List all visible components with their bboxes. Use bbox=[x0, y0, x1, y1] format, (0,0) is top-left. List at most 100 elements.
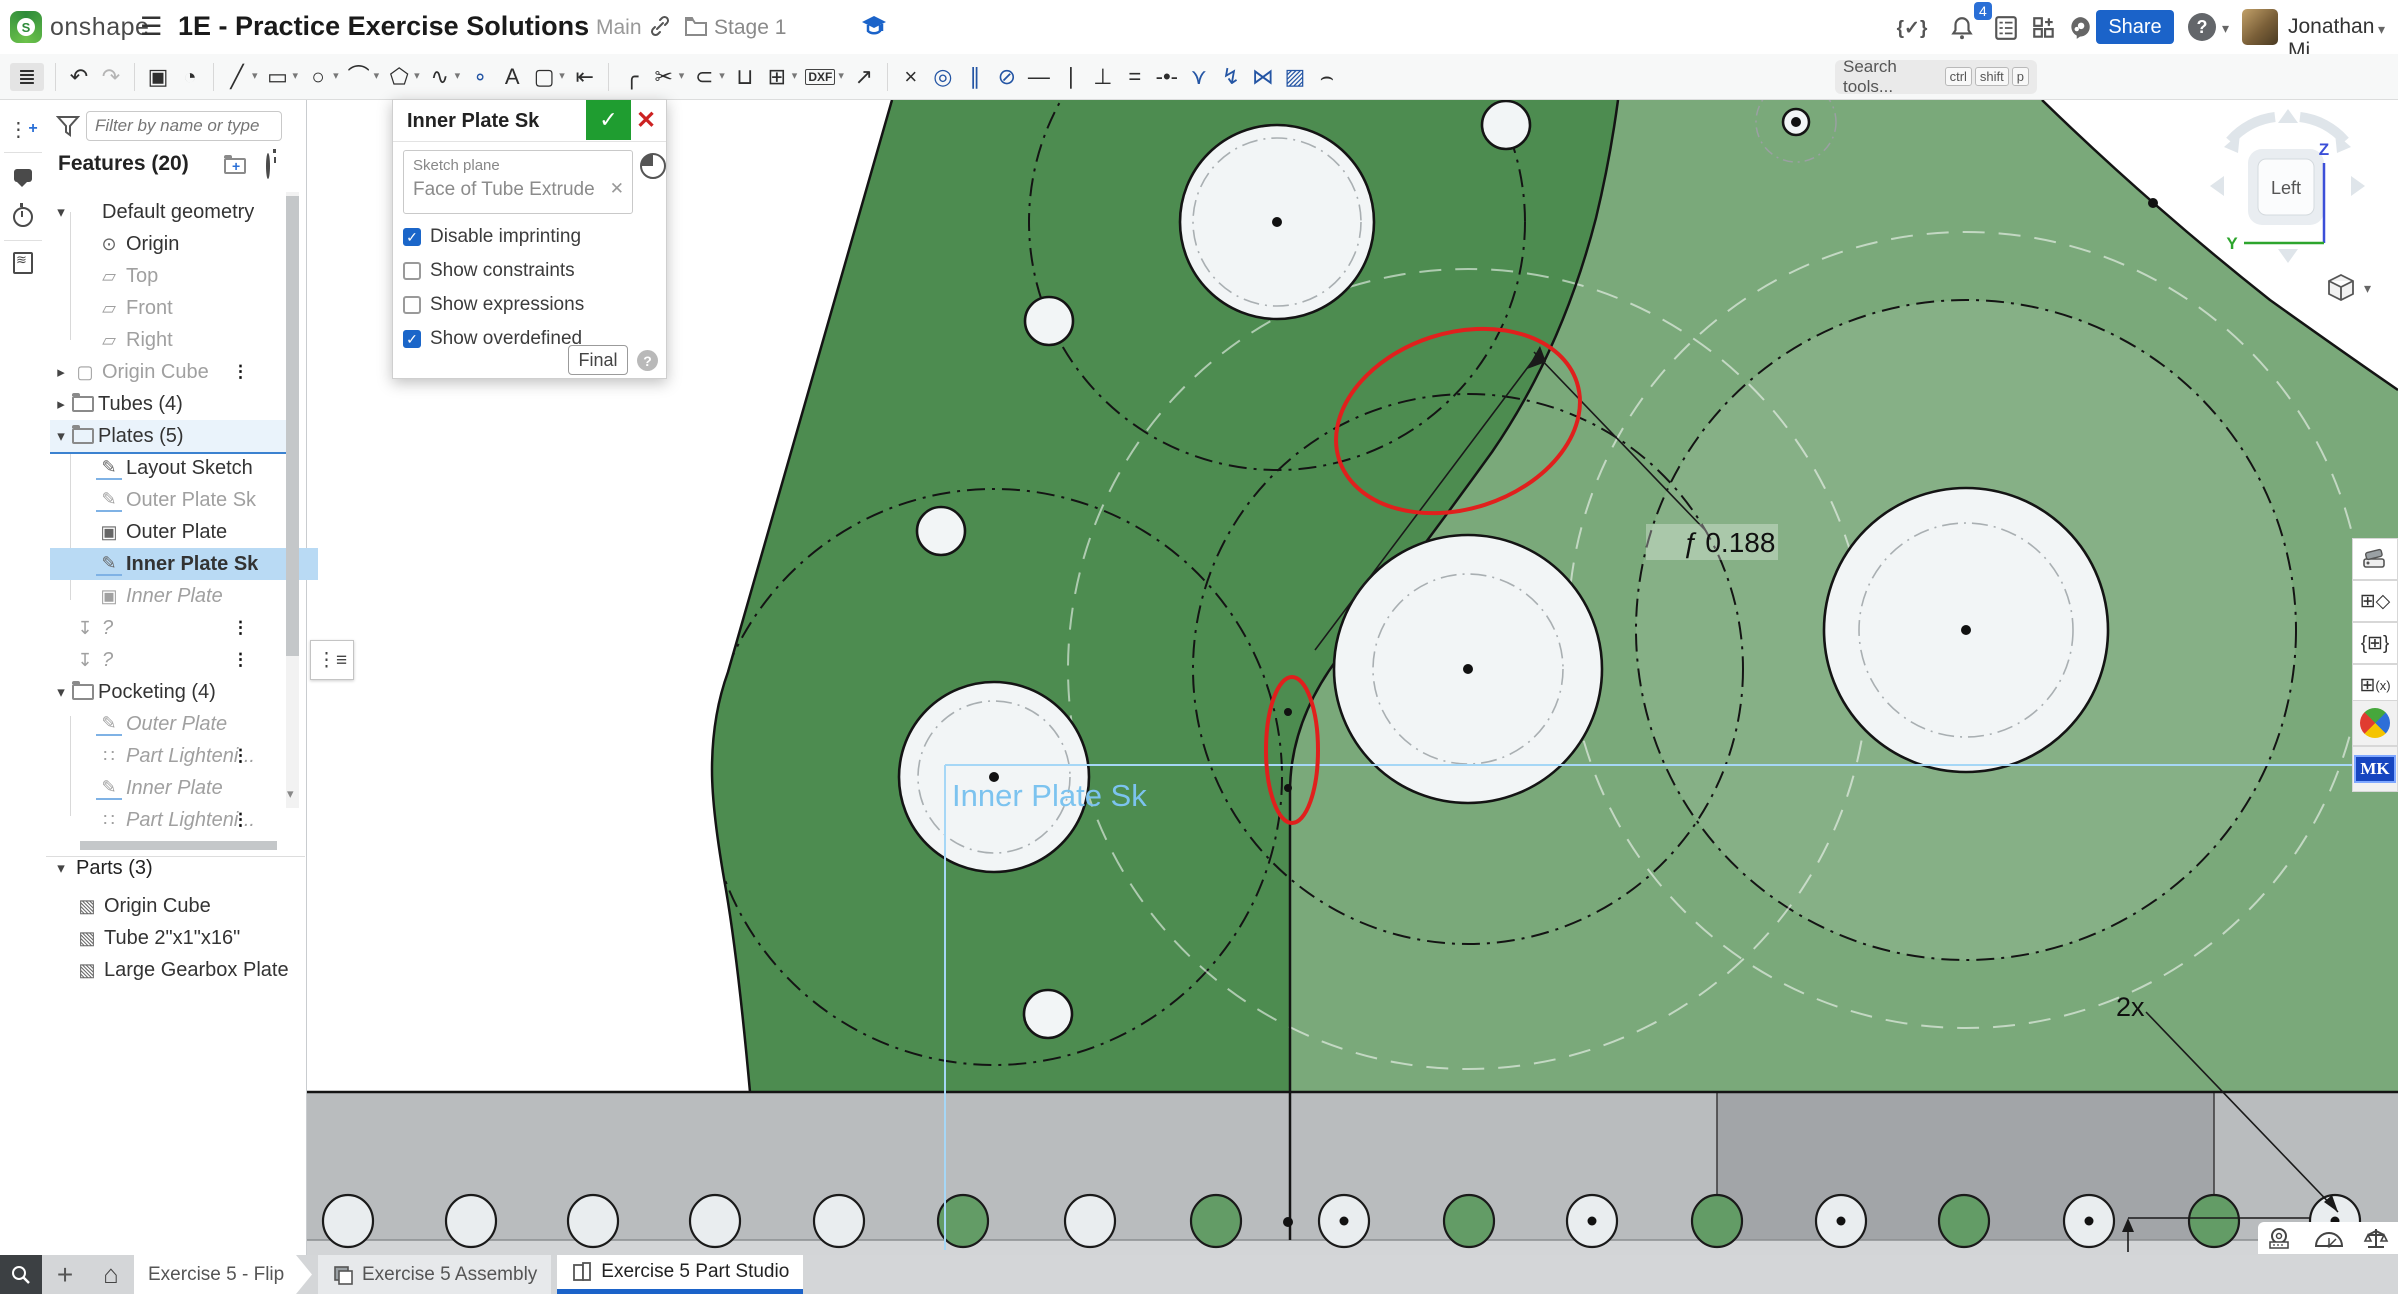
feature-row-outer-plate[interactable]: ✎Outer Plate bbox=[50, 708, 318, 740]
sketch-point[interactable] bbox=[1837, 1217, 1846, 1226]
suppressed-indicator-icon[interactable]: ⋮ bbox=[232, 618, 249, 638]
tree-hscrollbar-thumb[interactable] bbox=[80, 841, 277, 850]
count-label[interactable]: 2x bbox=[2116, 992, 2145, 1022]
configurations-panel-button[interactable]: ⊞◇ bbox=[2352, 580, 2398, 622]
rotate-down-icon[interactable] bbox=[2278, 249, 2298, 263]
sketch-point[interactable] bbox=[1340, 1217, 1349, 1226]
fillet-tool-icon[interactable]: ╭ bbox=[620, 66, 644, 88]
suppressed-indicator-icon[interactable]: ⋮ bbox=[232, 650, 249, 670]
dxf-import-tool-icon[interactable]: DXF▾ bbox=[805, 69, 844, 85]
hole[interactable] bbox=[1025, 297, 1073, 345]
history-icon[interactable] bbox=[8, 202, 38, 232]
tube-hole[interactable] bbox=[568, 1195, 618, 1247]
insert-feature-icon[interactable]: ⋮+ bbox=[8, 114, 38, 144]
new-folder-icon[interactable]: + bbox=[224, 154, 254, 177]
tube-hole-plug[interactable] bbox=[1692, 1195, 1742, 1247]
spline-tool-icon[interactable]: ∿▾ bbox=[428, 66, 461, 88]
text-tool-icon[interactable]: A bbox=[500, 66, 524, 88]
feature-checklist-icon[interactable] bbox=[8, 248, 38, 278]
parallel-constraint-icon[interactable]: ∥ bbox=[963, 66, 987, 88]
equal-constraint-icon[interactable]: = bbox=[1123, 66, 1147, 88]
feature-list-toggle-icon[interactable]: ≣ bbox=[10, 63, 44, 91]
tube-hole[interactable] bbox=[323, 1195, 373, 1247]
part-row-large-gearbox-plate[interactable]: ▧Large Gearbox Plate bbox=[50, 954, 318, 986]
sketch-point[interactable] bbox=[2148, 198, 2158, 208]
feature-row-front[interactable]: ▱Front bbox=[50, 292, 318, 324]
feature-row-tubes-4-[interactable]: ▸Tubes (4) bbox=[50, 388, 294, 420]
learning-center-icon[interactable] bbox=[2064, 12, 2096, 44]
hole[interactable] bbox=[1482, 101, 1530, 149]
mass-properties-scale-icon[interactable] bbox=[2362, 1226, 2390, 1250]
horizontal-constraint-icon[interactable]: ― bbox=[1027, 66, 1051, 88]
feature-row-inner-plate-sk[interactable]: ✎Inner Plate Sk bbox=[50, 548, 318, 580]
symmetric-constraint-icon[interactable]: ⋈ bbox=[1251, 66, 1275, 88]
tube-hole-plug[interactable] bbox=[2189, 1195, 2239, 1247]
tab-home-button[interactable]: ⌂ bbox=[88, 1255, 134, 1294]
tree-caret-icon[interactable]: ▸ bbox=[50, 363, 72, 381]
feature-row-outer-plate-sk[interactable]: ✎Outer Plate Sk bbox=[50, 484, 318, 516]
sketch-point[interactable] bbox=[1272, 217, 1282, 227]
feature-row-layout-sketch[interactable]: ✎Layout Sketch bbox=[50, 452, 318, 484]
coincident-constraint-icon[interactable]: × bbox=[899, 66, 923, 88]
tangent-constraint-icon[interactable]: ⊘ bbox=[995, 66, 1019, 88]
vertical-constraint-icon[interactable]: ∣ bbox=[1059, 66, 1083, 88]
offset-tool-icon[interactable]: ⊂▾ bbox=[692, 66, 725, 88]
parts-section-header[interactable]: ▾Parts (3) bbox=[50, 852, 294, 884]
feature-row-pocketing-4-[interactable]: ▾Pocketing (4) bbox=[50, 676, 294, 708]
sketch-point[interactable] bbox=[1961, 625, 1971, 635]
pattern-tool-dropdown-icon[interactable]: ▾ bbox=[792, 71, 798, 82]
color-app-button[interactable] bbox=[2352, 700, 2398, 746]
feature-row-origin-cube[interactable]: ▸▢Origin Cube⋮ bbox=[50, 356, 294, 388]
tree-caret-icon[interactable]: ▾ bbox=[50, 427, 72, 445]
rotate-up-icon[interactable] bbox=[2278, 109, 2298, 123]
fix-constraint-icon[interactable]: ▨ bbox=[1283, 66, 1307, 88]
rotate-east-icon[interactable] bbox=[2351, 176, 2365, 196]
sketch-point[interactable] bbox=[1284, 708, 1292, 716]
spline-tool-dropdown-icon[interactable]: ▾ bbox=[455, 71, 461, 82]
part-row-origin-cube[interactable]: ▧Origin Cube bbox=[50, 890, 318, 922]
sketch-point[interactable] bbox=[1463, 664, 1473, 674]
user-menu-caret-icon[interactable]: ▾ bbox=[2378, 21, 2385, 38]
slot-tool-dropdown-icon[interactable]: ▾ bbox=[559, 71, 565, 82]
sketch-point[interactable] bbox=[1791, 117, 1801, 127]
sketch-point[interactable] bbox=[1283, 1217, 1293, 1227]
view-cube[interactable]: Left Z Y bbox=[2200, 103, 2375, 268]
document-tab-exercise-5-assembly[interactable]: Exercise 5 Assembly bbox=[318, 1255, 551, 1294]
workspace-name[interactable]: Stage 1 bbox=[714, 16, 786, 40]
checkbox-box[interactable] bbox=[403, 262, 421, 280]
rectangle-tool-dropdown-icon[interactable]: ▾ bbox=[293, 71, 299, 82]
dimension-value[interactable]: ƒ 0.188 bbox=[1682, 527, 1775, 558]
hole[interactable] bbox=[917, 507, 965, 555]
arc-tool-dropdown-icon[interactable]: ▾ bbox=[374, 71, 380, 82]
trim-tool-dropdown-icon[interactable]: ▾ bbox=[679, 71, 685, 82]
revolve-tool-icon[interactable]: ◔ bbox=[178, 66, 202, 88]
normal-constraint-icon[interactable]: ⋎ bbox=[1187, 66, 1211, 88]
point-tool-icon[interactable]: ∘ bbox=[468, 66, 492, 88]
feature-row-inner-plate[interactable]: ✎Inner Plate bbox=[50, 772, 318, 804]
midpoint-constraint-icon[interactable]: -•- bbox=[1155, 66, 1179, 88]
feature-row--[interactable]: ↧?⋮ bbox=[50, 612, 294, 644]
checkbox-show-constraints[interactable]: Show constraints bbox=[403, 260, 575, 282]
dialog-cancel-button[interactable]: ✕ bbox=[636, 106, 656, 135]
feature-row-default-geometry[interactable]: ▾Default geometry bbox=[50, 196, 294, 228]
feature-row-inner-plate[interactable]: ▣Inner Plate bbox=[50, 580, 318, 612]
document-tab-exercise-5-flip[interactable]: Exercise 5 - Flip bbox=[134, 1255, 312, 1294]
sketch-point[interactable] bbox=[1588, 1217, 1597, 1226]
tube-hole[interactable] bbox=[1065, 1195, 1115, 1247]
tube-hole-plug[interactable] bbox=[1939, 1195, 1989, 1247]
rollback-bar-handle[interactable]: ⋮≡ bbox=[310, 640, 354, 680]
line-tool-icon[interactable]: ╱▾ bbox=[225, 66, 258, 88]
appearance-panel-button[interactable] bbox=[2352, 538, 2398, 580]
suppressed-indicator-icon[interactable]: ⋮ bbox=[232, 746, 249, 766]
tree-scroll-down-icon[interactable]: ▾ bbox=[287, 786, 294, 802]
tree-caret-icon[interactable]: ▸ bbox=[50, 395, 72, 413]
mirror-tool-icon[interactable]: ⇤ bbox=[573, 66, 597, 88]
user-avatar[interactable] bbox=[2242, 9, 2278, 45]
feature-row-plates-5-[interactable]: ▾Plates (5) bbox=[50, 420, 294, 454]
mate-connector-icon[interactable] bbox=[640, 153, 666, 179]
main-menu-icon[interactable]: ☰ bbox=[140, 12, 162, 42]
feature-statistics-icon[interactable] bbox=[266, 155, 270, 178]
suppressed-indicator-icon[interactable]: ⋮ bbox=[232, 362, 249, 382]
document-tab-exercise-5-part-studio[interactable]: Exercise 5 Part Studio bbox=[557, 1255, 803, 1294]
pattern-tool-icon[interactable]: ⊞▾ bbox=[765, 66, 798, 88]
